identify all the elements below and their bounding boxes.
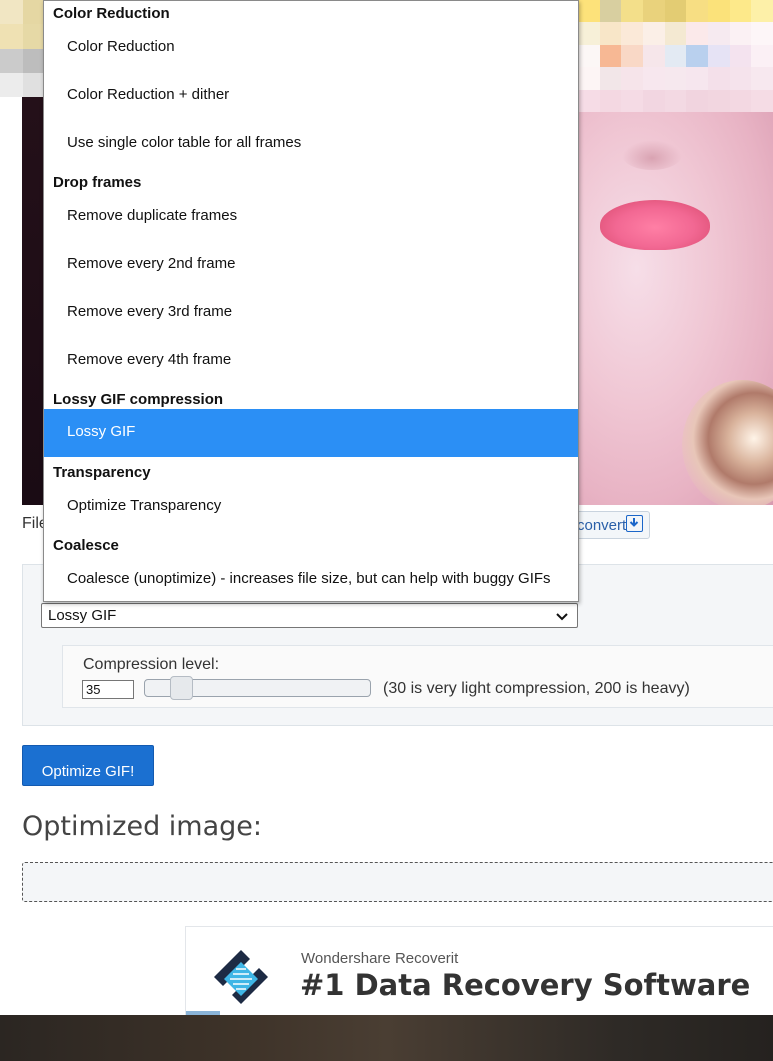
- optimized-image-heading: Optimized image:: [22, 811, 262, 842]
- option-lossy-gif[interactable]: Lossy GIF: [44, 409, 578, 457]
- optimization-method-select[interactable]: Lossy GIF: [41, 603, 578, 628]
- optimize-gif-button[interactable]: Optimize GIF!: [22, 745, 154, 786]
- group-drop-frames: Drop frames: [53, 174, 142, 191]
- download-icon: [626, 515, 643, 532]
- option-remove-every-4th-frame[interactable]: Remove every 4th frame: [44, 337, 578, 385]
- page: File convert Lossy GIF Compression level…: [0, 0, 773, 1061]
- optimization-method-dropdown[interactable]: Color Reduction Color Reduction Color Re…: [43, 0, 579, 602]
- option-coalesce[interactable]: Coalesce (unoptimize) - increases file s…: [44, 556, 578, 601]
- option-single-color-table[interactable]: Use single color table for all frames: [44, 120, 578, 168]
- option-remove-every-3rd-frame[interactable]: Remove every 3rd frame: [44, 289, 578, 337]
- option-color-reduction[interactable]: Color Reduction: [44, 24, 578, 72]
- preview-nose: [622, 140, 682, 170]
- option-remove-every-2nd-frame[interactable]: Remove every 2nd frame: [44, 241, 578, 289]
- compression-level-label: Compression level:: [83, 656, 220, 673]
- ad-brand: Wondershare Recoverit: [301, 950, 459, 967]
- group-coalesce: Coalesce: [53, 537, 119, 554]
- bottom-bar: [0, 1015, 773, 1061]
- ad-headline: #1 Data Recovery Software: [300, 968, 751, 1002]
- recoverit-logo-icon: [208, 944, 274, 1010]
- group-lossy-gif-compression: Lossy GIF compression: [53, 391, 224, 408]
- convert-button-label: convert: [577, 517, 627, 534]
- compression-hint: (30 is very light compression, 200 is he…: [383, 680, 690, 697]
- preview-lips: [600, 200, 710, 250]
- group-transparency: Transparency: [53, 464, 151, 481]
- method-select-value: Lossy GIF: [48, 607, 117, 624]
- preview-pixelated-area: [578, 0, 773, 112]
- optimized-image-result-area: [22, 862, 773, 902]
- compression-settings-box: [62, 645, 773, 708]
- option-remove-duplicate-frames[interactable]: Remove duplicate frames: [44, 193, 578, 241]
- group-color-reduction: Color Reduction: [53, 5, 170, 22]
- compression-level-input[interactable]: [82, 680, 134, 699]
- chevron-down-icon: [555, 609, 569, 621]
- compression-slider-handle[interactable]: [170, 676, 193, 700]
- option-color-reduction-dither[interactable]: Color Reduction + dither: [44, 72, 578, 120]
- option-optimize-transparency[interactable]: Optimize Transparency: [44, 483, 578, 531]
